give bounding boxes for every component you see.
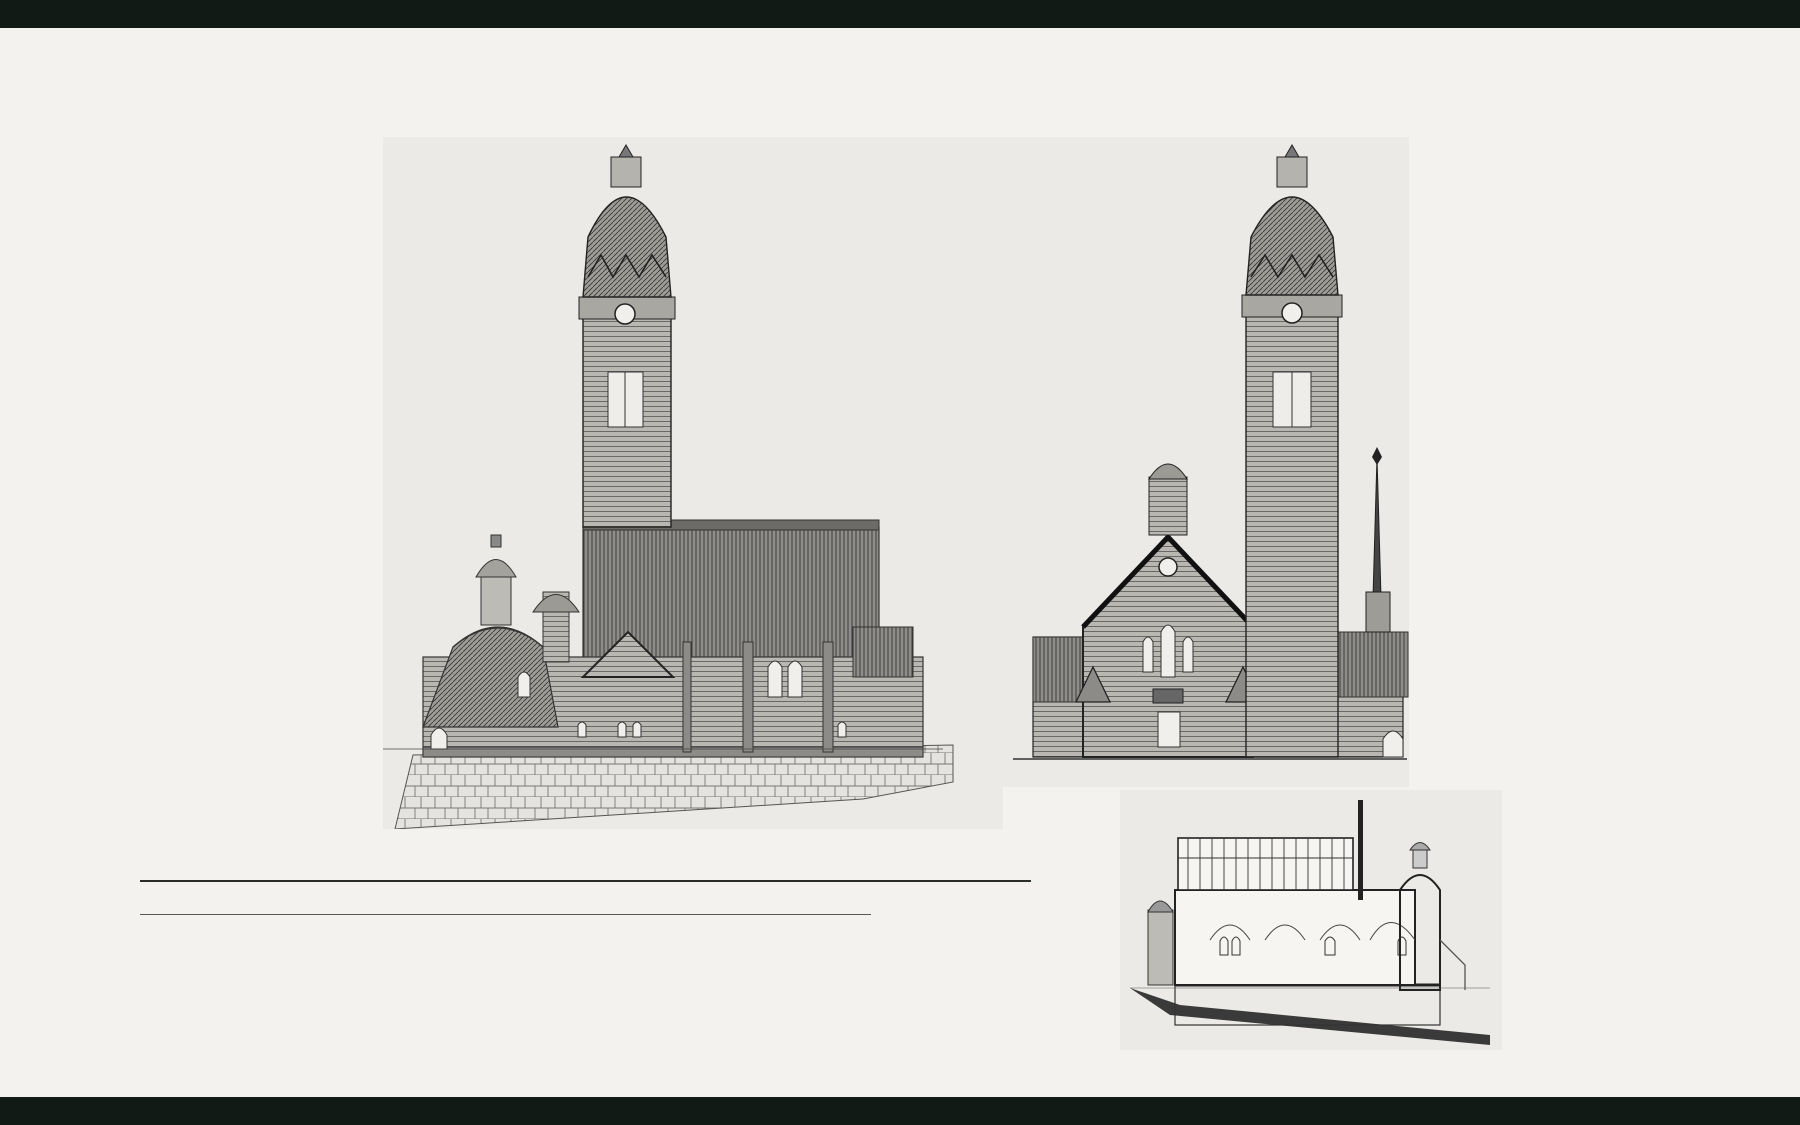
elevation-drawings-panel [383,137,1409,829]
top-bar [0,0,1800,28]
subheading-rule [140,914,871,915]
church-cross-section-drawing [1120,790,1502,1050]
cross-section-panel [1120,790,1502,1050]
bottom-bar [0,1097,1800,1125]
elevation-drawings [383,137,1409,829]
heading-rule [140,880,1031,882]
slide [0,0,1800,1125]
